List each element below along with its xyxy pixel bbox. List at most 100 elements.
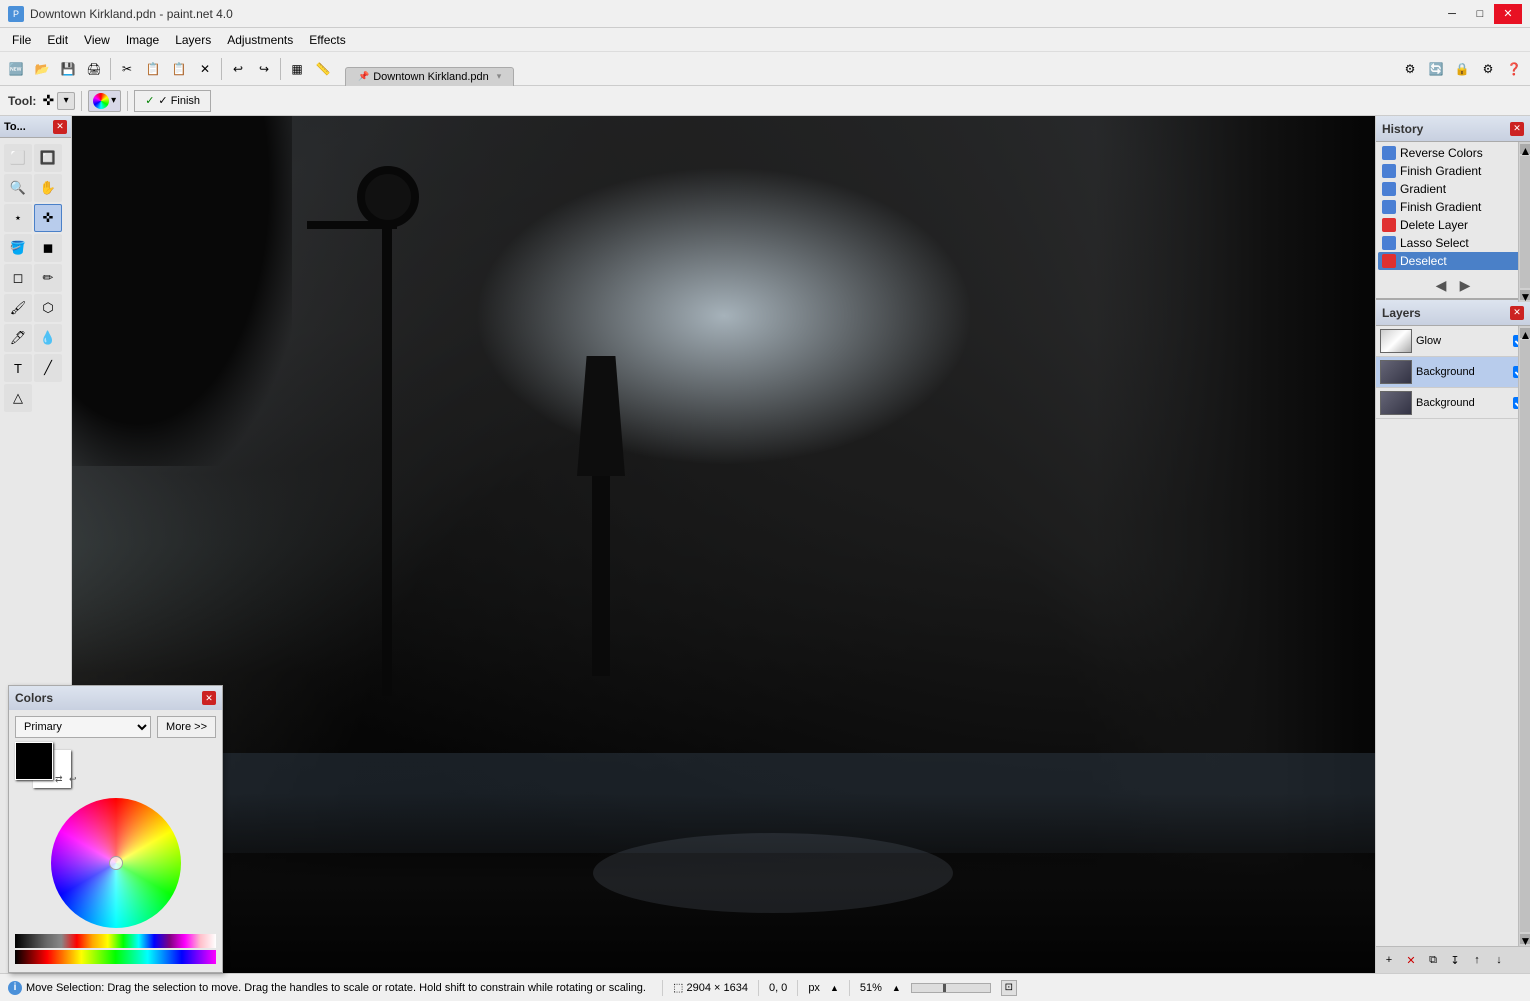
tool-brush[interactable]: 🖌 bbox=[4, 294, 32, 322]
grid-button[interactable]: ▦ bbox=[285, 57, 309, 81]
deselect-button[interactable]: ✕ bbox=[193, 57, 217, 81]
tool-recolor[interactable]: 🖊 bbox=[4, 324, 32, 352]
zoom-slider[interactable] bbox=[911, 983, 991, 993]
finish-button[interactable]: ✓ ✓ Finish bbox=[134, 90, 211, 112]
ruler-button[interactable]: 📏 bbox=[311, 57, 335, 81]
layer-delete-button[interactable]: ✕ bbox=[1401, 950, 1421, 970]
redo-button[interactable]: ↪ bbox=[252, 57, 276, 81]
tool-right-2[interactable]: 🔄 bbox=[1424, 57, 1448, 81]
tool-paint-bucket[interactable]: 🪣 bbox=[4, 234, 32, 262]
tool-pan[interactable]: ✋ bbox=[34, 174, 62, 202]
layers-scrollbar-down[interactable]: ▼ bbox=[1520, 934, 1530, 944]
menu-edit[interactable]: Edit bbox=[39, 31, 76, 49]
photo-canvas[interactable] bbox=[72, 116, 1375, 973]
tool-pencil[interactable]: ✏ bbox=[34, 264, 62, 292]
menu-effects[interactable]: Effects bbox=[301, 31, 353, 49]
close-button[interactable]: ✕ bbox=[1494, 4, 1522, 24]
history-item-gradient[interactable]: Gradient bbox=[1378, 180, 1528, 198]
history-scrollbar[interactable]: ▲ ▼ bbox=[1518, 142, 1530, 302]
tool-gradient[interactable]: ◼ bbox=[34, 234, 62, 262]
tool-row-5: ◻ ✏ bbox=[4, 264, 67, 292]
tool-right-4[interactable]: ⚙ bbox=[1476, 57, 1500, 81]
tool-eraser[interactable]: ◻ bbox=[4, 264, 32, 292]
tool-stamp[interactable]: ⬡ bbox=[34, 294, 62, 322]
tool-move[interactable]: ✜ bbox=[34, 204, 62, 232]
tool-eyedropper[interactable]: 💧 bbox=[34, 324, 62, 352]
scrollbar-thumb[interactable] bbox=[1520, 156, 1530, 288]
zoom-controls: ▲ bbox=[892, 983, 901, 993]
minimize-button[interactable]: ─ bbox=[1438, 4, 1466, 24]
history-item-finish-gradient-2[interactable]: Finish Gradient bbox=[1378, 198, 1528, 216]
tool-shapes[interactable]: △ bbox=[4, 384, 32, 412]
foreground-color-swatch[interactable] bbox=[15, 742, 53, 780]
undo-button[interactable]: ↩ bbox=[226, 57, 250, 81]
history-item-label: Deselect bbox=[1400, 254, 1447, 268]
history-item-delete-layer[interactable]: Delete Layer bbox=[1378, 216, 1528, 234]
layer-merge-button[interactable]: ↧ bbox=[1445, 950, 1465, 970]
zoom-fit-button[interactable]: ⊡ bbox=[1001, 980, 1017, 996]
layer-add-button[interactable]: + bbox=[1379, 950, 1399, 970]
history-close-button[interactable]: ✕ bbox=[1510, 122, 1524, 136]
tool-rect-select[interactable]: ⬜ bbox=[4, 144, 32, 172]
color-wheel[interactable] bbox=[51, 798, 181, 928]
zoom-preset-buttons: ⊡ bbox=[1001, 980, 1017, 996]
layer-item-glow[interactable]: Glow bbox=[1376, 326, 1530, 357]
layer-name-background2: Background bbox=[1416, 397, 1508, 409]
layer-item-background[interactable]: Background bbox=[1376, 357, 1530, 388]
tool-magic-wand[interactable]: ⋆ bbox=[4, 204, 32, 232]
print-button[interactable]: 🖨 bbox=[82, 57, 106, 81]
tool-right-1[interactable]: ⚙ bbox=[1398, 57, 1422, 81]
unit-up-arrow[interactable]: ▲ bbox=[830, 983, 839, 993]
new-button[interactable]: 🆕 bbox=[4, 57, 28, 81]
history-item-reverse-colors[interactable]: Reverse Colors bbox=[1378, 144, 1528, 162]
menu-file[interactable]: File bbox=[4, 31, 39, 49]
layer-duplicate-button[interactable]: ⧉ bbox=[1423, 950, 1443, 970]
cut-button[interactable]: ✂ bbox=[115, 57, 139, 81]
canvas-container[interactable] bbox=[72, 116, 1375, 973]
colors-close-button[interactable]: ✕ bbox=[202, 691, 216, 705]
zoom-up-arrow[interactable]: ▲ bbox=[892, 983, 901, 993]
layers-scrollbar[interactable]: ▲ ▼ bbox=[1518, 326, 1530, 946]
opacity-strip[interactable] bbox=[15, 934, 216, 948]
tab-downtown[interactable]: 📌 Downtown Kirkland.pdn ▾ bbox=[345, 67, 514, 86]
layers-scrollbar-thumb[interactable] bbox=[1520, 340, 1530, 932]
history-nav: ◀ ▶ bbox=[1376, 272, 1530, 298]
hue-strip[interactable] bbox=[15, 950, 216, 964]
layer-up-button[interactable]: ↑ bbox=[1467, 950, 1487, 970]
scrollbar-up[interactable]: ▲ bbox=[1520, 144, 1530, 154]
restore-button[interactable]: □ bbox=[1466, 4, 1494, 24]
menu-adjustments[interactable]: Adjustments bbox=[219, 31, 301, 49]
copy-button[interactable]: 📋 bbox=[141, 57, 165, 81]
tool-text[interactable]: T bbox=[4, 354, 32, 382]
layer-down-button[interactable]: ↓ bbox=[1489, 950, 1509, 970]
history-undo-button[interactable]: ◀ bbox=[1431, 275, 1451, 295]
save-button[interactable]: 💾 bbox=[56, 57, 80, 81]
tool-zoom[interactable]: 🔍 bbox=[4, 174, 32, 202]
layer-item-background2[interactable]: Background bbox=[1376, 388, 1530, 419]
history-item-lasso-select[interactable]: Lasso Select bbox=[1378, 234, 1528, 252]
colors-panel-header[interactable]: Colors ✕ bbox=[9, 686, 222, 710]
scrollbar-down[interactable]: ▼ bbox=[1520, 290, 1530, 300]
history-item-finish-gradient-1[interactable]: Finish Gradient bbox=[1378, 162, 1528, 180]
tool-dropdown[interactable]: ▾ bbox=[57, 92, 75, 110]
history-redo-button[interactable]: ▶ bbox=[1455, 275, 1475, 295]
tool-lasso[interactable]: 🔲 bbox=[34, 144, 62, 172]
tool-line[interactable]: ╱ bbox=[34, 354, 62, 382]
open-button[interactable]: 📂 bbox=[30, 57, 54, 81]
tool-right-5[interactable]: ❓ bbox=[1502, 57, 1526, 81]
menu-layers[interactable]: Layers bbox=[167, 31, 219, 49]
color-circle[interactable]: ▾ bbox=[88, 90, 121, 112]
reset-colors-button[interactable]: ↩ bbox=[69, 774, 81, 786]
layers-close-button[interactable]: ✕ bbox=[1510, 306, 1524, 320]
cursor-coordinates: 0, 0 bbox=[769, 982, 787, 994]
history-item-deselect[interactable]: Deselect bbox=[1378, 252, 1528, 270]
menu-view[interactable]: View bbox=[76, 31, 118, 49]
menu-image[interactable]: Image bbox=[118, 31, 167, 49]
swap-colors-button[interactable]: ⇄ bbox=[55, 774, 67, 786]
tool-right-3[interactable]: 🔒 bbox=[1450, 57, 1474, 81]
tools-panel-close[interactable]: ✕ bbox=[53, 120, 67, 134]
more-colors-button[interactable]: More >> bbox=[157, 716, 216, 738]
color-mode-dropdown[interactable]: Primary Secondary bbox=[15, 716, 151, 738]
paste-button[interactable]: 📋 bbox=[167, 57, 191, 81]
layers-scrollbar-up[interactable]: ▲ bbox=[1520, 328, 1530, 338]
